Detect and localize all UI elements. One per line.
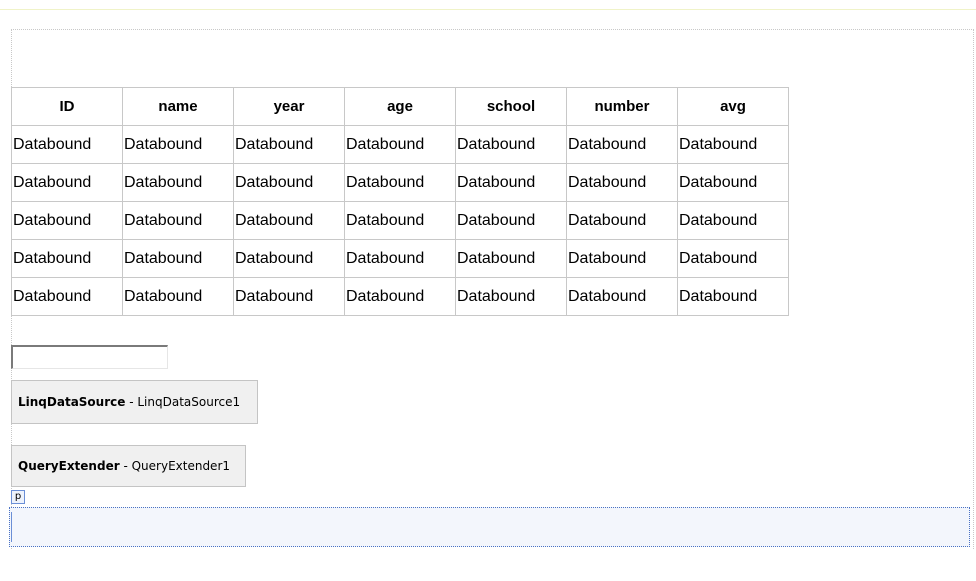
- control-separator: -: [119, 459, 132, 473]
- table-row: Databound Databound Databound Databound …: [11, 277, 789, 316]
- control-type-label: LinqDataSource: [18, 395, 126, 409]
- grid-header-cell: name: [122, 87, 234, 126]
- table-cell: Databound: [566, 125, 678, 164]
- grid-header-cell: ID: [11, 87, 123, 126]
- table-cell: Databound: [233, 125, 345, 164]
- paragraph-tag-indicator[interactable]: p: [11, 490, 25, 504]
- table-cell: Databound: [455, 125, 567, 164]
- table-cell: Databound: [566, 277, 678, 316]
- table-cell: Databound: [344, 239, 456, 278]
- table-cell: Databound: [122, 125, 234, 164]
- query-extender-control[interactable]: QueryExtender - QueryExtender1: [11, 445, 246, 487]
- designer-top-border: [0, 9, 976, 10]
- table-cell: Databound: [11, 163, 123, 202]
- control-id-label: QueryExtender1: [131, 459, 231, 473]
- table-cell: Databound: [677, 201, 789, 240]
- table-row: Databound Databound Databound Databound …: [11, 239, 789, 278]
- table-cell: Databound: [677, 125, 789, 164]
- table-cell: Databound: [233, 239, 345, 278]
- table-row: Databound Databound Databound Databound …: [11, 163, 789, 202]
- text-cursor: [11, 512, 12, 542]
- table-cell: Databound: [122, 277, 234, 316]
- grid-header-cell: school: [455, 87, 567, 126]
- table-cell: Databound: [677, 277, 789, 316]
- table-cell: Databound: [455, 239, 567, 278]
- grid-header-cell: number: [566, 87, 678, 126]
- table-cell: Databound: [233, 163, 345, 202]
- table-cell: Databound: [11, 125, 123, 164]
- paragraph-block[interactable]: [9, 507, 970, 547]
- control-id-label: LinqDataSource1: [137, 395, 241, 409]
- grid-header-cell: year: [233, 87, 345, 126]
- table-cell: Databound: [233, 201, 345, 240]
- data-grid[interactable]: ID name year age school number avg Datab…: [11, 87, 789, 316]
- grid-header-cell: avg: [677, 87, 789, 126]
- table-cell: Databound: [344, 201, 456, 240]
- table-cell: Databound: [122, 239, 234, 278]
- table-cell: Databound: [344, 163, 456, 202]
- table-cell: Databound: [455, 201, 567, 240]
- grid-header-cell: age: [344, 87, 456, 126]
- table-cell: Databound: [566, 239, 678, 278]
- linq-data-source-control[interactable]: LinqDataSource - LinqDataSource1: [11, 380, 258, 424]
- table-cell: Databound: [344, 125, 456, 164]
- table-cell: Databound: [566, 163, 678, 202]
- table-cell: Databound: [11, 277, 123, 316]
- table-cell: Databound: [122, 163, 234, 202]
- control-separator: -: [125, 395, 138, 409]
- table-row: Databound Databound Databound Databound …: [11, 201, 789, 240]
- table-cell: Databound: [566, 201, 678, 240]
- control-type-label: QueryExtender: [18, 459, 120, 473]
- table-cell: Databound: [11, 201, 123, 240]
- table-cell: Databound: [677, 239, 789, 278]
- table-cell: Databound: [455, 163, 567, 202]
- table-cell: Databound: [344, 277, 456, 316]
- table-cell: Databound: [677, 163, 789, 202]
- table-row: Databound Databound Databound Databound …: [11, 125, 789, 164]
- table-cell: Databound: [233, 277, 345, 316]
- table-cell: Databound: [455, 277, 567, 316]
- grid-header-row: ID name year age school number avg: [11, 87, 789, 126]
- table-cell: Databound: [11, 239, 123, 278]
- search-textbox[interactable]: [11, 345, 168, 369]
- table-cell: Databound: [122, 201, 234, 240]
